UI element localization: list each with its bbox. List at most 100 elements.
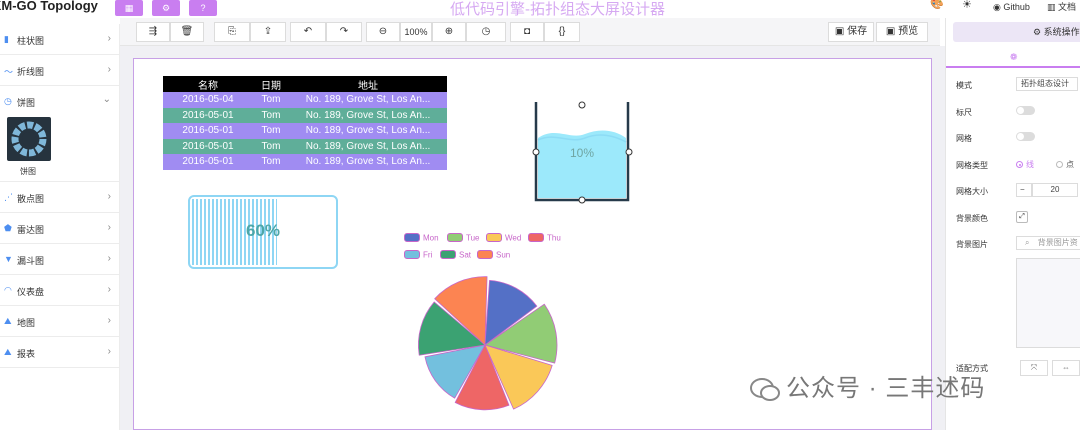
- sidebar-item-gauge[interactable]: ◠ 仪表盘 ›: [0, 275, 119, 306]
- mode-label: 模式: [956, 81, 972, 90]
- redo-icon: ↷: [339, 26, 349, 37]
- code-icon: {}: [558, 26, 566, 37]
- screenshot-button[interactable]: ◘: [510, 22, 544, 42]
- pie-chart-thumbnail[interactable]: [7, 117, 51, 161]
- sidebar-item-pie-header[interactable]: ◷ 饼图 ⌄: [0, 86, 119, 116]
- help-button[interactable]: ?: [189, 0, 217, 16]
- legend-item-tue[interactable]: Tue: [447, 233, 480, 243]
- reset-zoom-button[interactable]: ◷: [466, 22, 506, 42]
- sidebar-item-bar[interactable]: ▮ 柱状图 ›: [0, 24, 119, 55]
- preview-button[interactable]: ▣ 预览: [876, 22, 928, 42]
- top-header: KM-GO Topology ▦ ⚙ ? 低代码引擎-拓扑组态大屏设计器 🎨 ☀…: [0, 0, 1080, 18]
- save-button[interactable]: ▣ 保存: [828, 22, 874, 42]
- grid-toggle[interactable]: [1016, 132, 1035, 141]
- legend-item-fri[interactable]: Fri: [404, 250, 432, 260]
- sidebar-item-funnel[interactable]: ▼ 漏斗图 ›: [0, 244, 119, 275]
- grid-button[interactable]: ▦: [115, 0, 143, 16]
- import-button[interactable]: ⎘: [214, 22, 250, 42]
- progress-widget[interactable]: 60%: [188, 195, 338, 269]
- wechat-icon: [750, 377, 780, 401]
- settings-button[interactable]: ⚙: [152, 0, 180, 16]
- fit-full-button[interactable]: ⤧: [1020, 360, 1048, 376]
- sidebar-item-label: 仪表盘: [17, 287, 45, 297]
- bg-image-preview[interactable]: [1016, 258, 1080, 348]
- zoom-out-button[interactable]: ⊖: [366, 22, 400, 42]
- trash-icon: 🗑: [180, 26, 194, 37]
- table-cell: 2016-05-01: [163, 107, 253, 123]
- preview-icon: ▣: [885, 26, 896, 37]
- tab-system-operations[interactable]: ⚙ 系统操作: [953, 22, 1080, 42]
- legend-item-sat[interactable]: Sat: [440, 250, 471, 260]
- legend-item-sun[interactable]: Sun: [477, 250, 510, 260]
- table-cell: No. 189, Grove St, Los An...: [289, 123, 447, 139]
- align-button[interactable]: ⇶: [136, 22, 170, 42]
- table-row: 2016-05-01 Tom No. 189, Grove St, Los An…: [163, 138, 447, 154]
- grid-size-label: 网格大小: [956, 187, 988, 196]
- watermark-text: 公众号 · 三丰述码: [786, 375, 986, 402]
- resize-handle-left[interactable]: [532, 148, 540, 156]
- book-icon: ▥: [1047, 2, 1056, 12]
- zoom-in-button[interactable]: ⊕: [432, 22, 466, 42]
- gear-icon: ❁: [1009, 52, 1018, 62]
- grid-type-line-radio[interactable]: 线: [1016, 159, 1034, 170]
- table-row: 2016-05-01 Tom No. 189, Grove St, Los An…: [163, 123, 447, 139]
- sidebar-item-line[interactable]: 〜 折线图 ›: [0, 55, 119, 86]
- pie-chart-icon: ◷: [4, 96, 12, 106]
- legend-item-thu[interactable]: Thu: [528, 233, 561, 243]
- rotate-handle[interactable]: [578, 101, 586, 109]
- map-icon: ⛰: [4, 316, 12, 326]
- report-icon: ⛰: [4, 347, 12, 357]
- legend-swatch: [486, 233, 502, 243]
- resize-handle-bottom[interactable]: [578, 196, 586, 204]
- docs-link[interactable]: ▥ 文档: [1047, 1, 1076, 13]
- fit-width-icon: ⇔: [1062, 363, 1070, 372]
- resize-handle-right[interactable]: [625, 148, 633, 156]
- grid-type-dot-radio[interactable]: 点: [1056, 159, 1074, 170]
- zoom-level: 100%: [400, 22, 432, 42]
- fit-width-button[interactable]: ⇔: [1052, 360, 1080, 376]
- data-table-widget[interactable]: 名称 日期 地址 2016-05-04 Tom No. 189, Grove S…: [163, 76, 447, 170]
- color-picker-icon[interactable]: ⤢: [1016, 211, 1028, 223]
- chevron-right-icon: ›: [107, 33, 111, 44]
- undo-icon: ↶: [303, 26, 313, 37]
- redo-button[interactable]: ↷: [326, 22, 362, 42]
- github-label: Github: [1003, 2, 1030, 12]
- legend-label: Tue: [466, 233, 480, 243]
- mode-select[interactable]: 拓扑组态设计: [1016, 77, 1078, 91]
- donut-thumbnail-icon: [11, 121, 47, 157]
- line-chart-icon: 〜: [4, 67, 14, 77]
- ruler-toggle[interactable]: [1016, 106, 1035, 115]
- table-cell: No. 189, Grove St, Los An...: [289, 107, 447, 123]
- table-cell: No. 189, Grove St, Los An...: [289, 92, 447, 108]
- settings-subtab[interactable]: ❁: [946, 46, 1080, 68]
- grid-size-decrement[interactable]: −: [1016, 183, 1032, 197]
- legend-item-wed[interactable]: Wed: [486, 233, 521, 243]
- legend-item-mon[interactable]: Mon: [404, 233, 439, 243]
- progress-label: 60%: [245, 221, 281, 240]
- code-button[interactable]: {}: [544, 22, 580, 42]
- table-cell: No. 189, Grove St, Los An...: [289, 138, 447, 154]
- table-cell: Tom: [253, 92, 289, 108]
- bg-image-input[interactable]: ⌕ 背景图片资: [1016, 236, 1080, 250]
- table-header-row: 名称 日期 地址: [163, 76, 447, 92]
- delete-button[interactable]: 🗑: [170, 22, 204, 42]
- sidebar-item-radar[interactable]: ⬟ 雷达图 ›: [0, 213, 119, 244]
- legend-label: Thu: [547, 233, 561, 243]
- sidebar-item-scatter[interactable]: ⋰ 散点图 ›: [0, 182, 119, 213]
- export-button[interactable]: ⇪: [250, 22, 286, 42]
- table-cell: 2016-05-04: [163, 92, 253, 108]
- grid-size-input[interactable]: 20: [1032, 183, 1078, 197]
- palette-icon[interactable]: 🎨: [930, 0, 944, 10]
- sidebar-item-label: 漏斗图: [17, 256, 45, 266]
- undo-button[interactable]: ↶: [290, 22, 326, 42]
- github-icon: ◉: [993, 2, 1001, 12]
- rose-pie-chart[interactable]: [400, 270, 570, 420]
- github-link[interactable]: ◉ Github: [993, 1, 1030, 13]
- sidebar-item-report[interactable]: ⛰ 报表 ›: [0, 337, 119, 368]
- sidebar-item-label: 饼图: [17, 98, 36, 108]
- sun-icon[interactable]: ☀: [962, 0, 972, 11]
- sidebar-item-map[interactable]: ⛰ 地图 ›: [0, 306, 119, 337]
- settings-icon: ⚙: [161, 3, 171, 13]
- table-cell: Tom: [253, 107, 289, 123]
- zoom-out-icon: ⊖: [378, 26, 388, 37]
